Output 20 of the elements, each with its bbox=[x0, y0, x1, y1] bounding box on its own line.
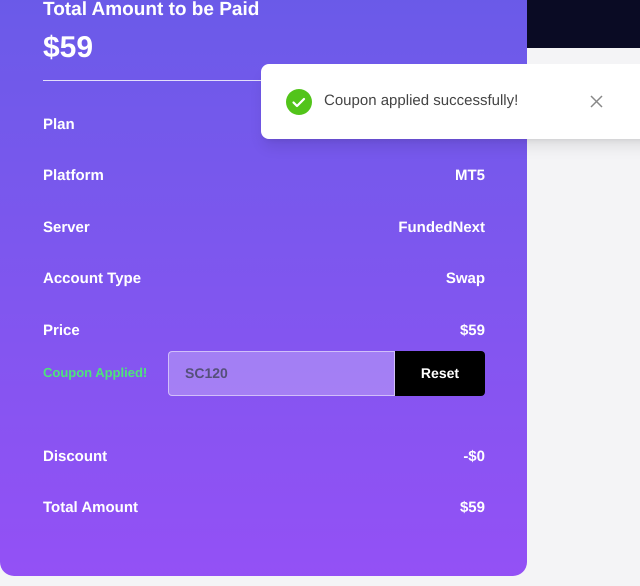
row-value: -$0 bbox=[463, 446, 485, 467]
row-value: Swap bbox=[446, 269, 485, 289]
coupon-status: Coupon Applied! bbox=[43, 364, 148, 382]
row-value: FundedNext bbox=[398, 218, 485, 238]
row-label: Platform bbox=[43, 166, 104, 186]
row-value: $59 bbox=[460, 320, 485, 340]
toast-message: Coupon applied successfully! bbox=[324, 91, 518, 112]
row-label: Account Type bbox=[43, 269, 142, 289]
total-amount: $59 bbox=[43, 30, 94, 66]
row-label: Server bbox=[43, 218, 90, 238]
row-value: MT5 bbox=[455, 166, 485, 186]
row-value: $59 bbox=[460, 498, 485, 518]
row-label: Price bbox=[43, 320, 80, 340]
card-title: Total Amount to be Paid bbox=[43, 0, 260, 22]
row-label: Total Amount bbox=[43, 498, 138, 518]
reset-button[interactable]: Reset bbox=[395, 350, 485, 396]
close-icon[interactable] bbox=[590, 95, 604, 108]
row-label: Plan bbox=[43, 114, 75, 134]
check-icon bbox=[286, 88, 312, 114]
row-label: Discount bbox=[43, 446, 108, 467]
